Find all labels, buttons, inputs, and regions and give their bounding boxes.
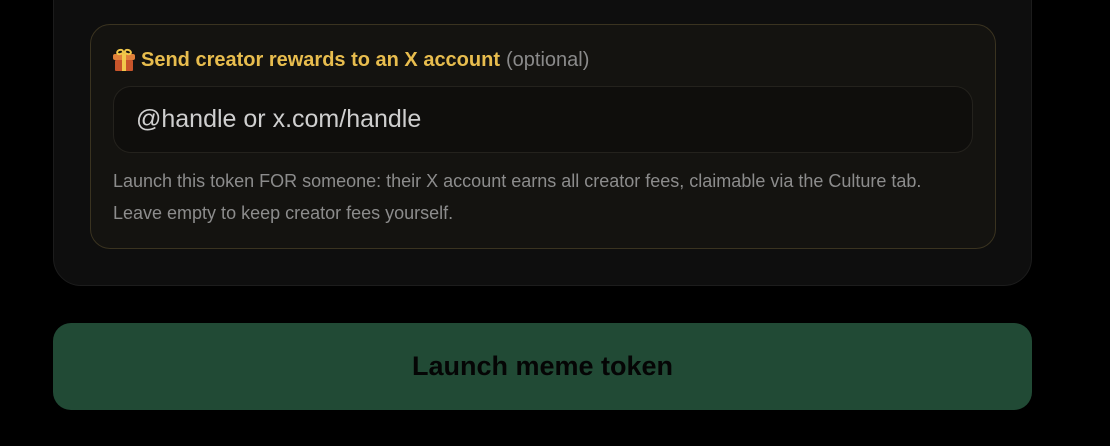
launch-meme-token-button[interactable]: Launch meme token xyxy=(53,323,1032,410)
optional-label: (optional) xyxy=(506,48,590,71)
creator-rewards-title: Send creator rewards to an X account xyxy=(141,48,500,71)
creator-rewards-help-text: Launch this token FOR someone: their X a… xyxy=(113,171,922,223)
x-handle-input[interactable] xyxy=(113,86,973,153)
gift-icon xyxy=(113,47,135,71)
creator-rewards-header: Send creator rewards to an X account (op… xyxy=(113,46,589,74)
